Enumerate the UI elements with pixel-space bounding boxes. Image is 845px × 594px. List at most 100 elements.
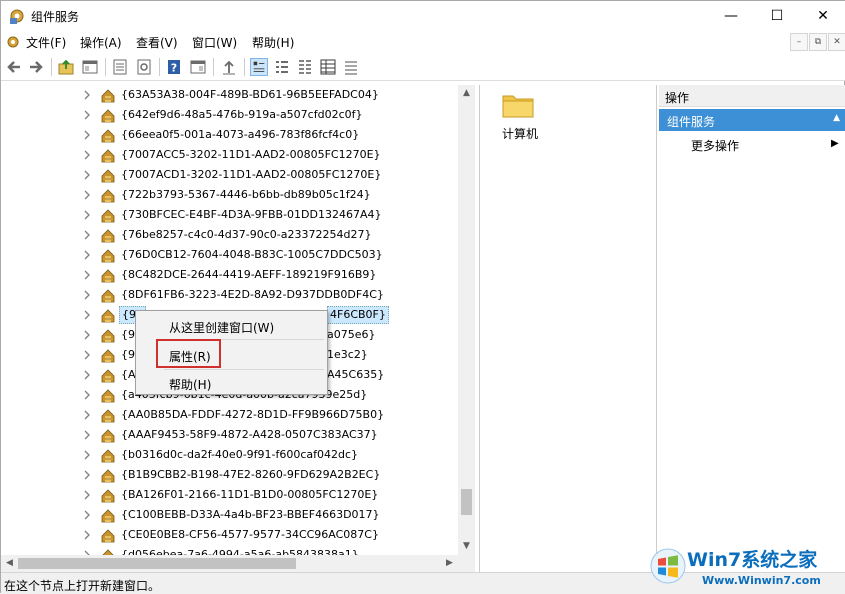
- tree-item-label[interactable]: {76be8257-c4c0-4d37-90c0-a23372254d27}: [121, 228, 371, 241]
- show-hide-tree-icon[interactable]: [81, 58, 99, 76]
- expand-chevron-icon[interactable]: [83, 350, 91, 360]
- expand-chevron-icon[interactable]: [83, 210, 91, 220]
- tree-item-label-partial[interactable]: a075e6}: [327, 328, 376, 341]
- tree-item[interactable]: {8C482DCE-2644-4419-AEFF-189219F916B9}: [1, 265, 459, 285]
- tree-item-label[interactable]: {63A53A38-004F-489B-BD61-96B5EEFADC04}: [121, 88, 379, 101]
- tree-item[interactable]: {76D0CB12-7604-4048-B83C-1005C7DDC503}: [1, 245, 459, 265]
- tree-item[interactable]: {63A53A38-004F-489B-BD61-96B5EEFADC04}: [1, 85, 459, 105]
- tree-item[interactable]: {b0316d0c-da2f-40e0-9f91-f600caf042dc}: [1, 445, 459, 465]
- tree-item-label[interactable]: {BA126F01-2166-11D1-B1D0-00805FC1270E}: [121, 488, 378, 501]
- tree-item-label[interactable]: {722b3793-5367-4446-b6bb-db89b05c1f24}: [121, 188, 371, 201]
- tree-item-label[interactable]: {AA0B85DA-FDDF-4272-8D1D-FF9B966D75B0}: [121, 408, 384, 421]
- menu-action[interactable]: 操作(A): [80, 34, 122, 51]
- tree-item-label[interactable]: {7007ACC5-3202-11D1-AAD2-00805FC1270E}: [121, 148, 381, 161]
- collapse-caret-icon[interactable]: ▲: [833, 113, 840, 123]
- expand-chevron-icon[interactable]: [83, 150, 91, 160]
- tree-item-label-partial[interactable]: 4F6CB0F}: [327, 306, 389, 324]
- up-arrow-icon[interactable]: [220, 58, 238, 76]
- tree-item[interactable]: {CE0E0BE8-CF56-4577-9577-34CC96AC087C}: [1, 525, 459, 545]
- expand-chevron-icon[interactable]: [83, 290, 91, 300]
- tree-item-label[interactable]: {642ef9d6-48a5-476b-919a-a507cfd02c0f}: [121, 108, 363, 121]
- tree-item[interactable]: {642ef9d6-48a5-476b-919a-a507cfd02c0f}: [1, 105, 459, 125]
- menu-file[interactable]: 文件(F): [26, 34, 66, 51]
- tree-item-label[interactable]: {d056ebea-7a6-4994-a5a6-ab5843838a1}: [121, 548, 359, 555]
- tree-item[interactable]: {8DF61FB6-3223-4E2D-8A92-D937DDB0DF4C}: [1, 285, 459, 305]
- expand-chevron-icon[interactable]: [83, 310, 91, 320]
- submenu-arrow-icon[interactable]: ▶: [831, 138, 839, 149]
- expand-chevron-icon[interactable]: [83, 230, 91, 240]
- tree-item[interactable]: {7007ACC5-3202-11D1-AAD2-00805FC1270E}: [1, 145, 459, 165]
- tree-horizontal-scrollbar[interactable]: ◀ ▶: [1, 555, 475, 572]
- tree-vertical-scrollbar[interactable]: ▲ ▼: [458, 85, 475, 555]
- menu-help[interactable]: 帮助(H): [252, 34, 294, 51]
- tree-item-label[interactable]: {730BFCEC-E4BF-4D3A-9FBB-01DD132467A4}: [121, 208, 382, 221]
- scroll-up-icon[interactable]: ▲: [458, 85, 475, 102]
- expand-chevron-icon[interactable]: [83, 330, 91, 340]
- tree-item-label[interactable]: {C100BEBB-D33A-4a4b-BF23-BBEF4663D017}: [121, 508, 380, 521]
- mdi-close-button[interactable]: ✕: [828, 33, 845, 51]
- refresh-icon[interactable]: [135, 58, 153, 76]
- details-view-icon[interactable]: [319, 58, 337, 76]
- mmc-document-icon[interactable]: [5, 34, 21, 50]
- customize-view-icon[interactable]: [342, 58, 360, 76]
- tree-item-label[interactable]: {CE0E0BE8-CF56-4577-9577-34CC96AC087C}: [121, 528, 379, 541]
- folder-icon[interactable]: [502, 91, 534, 119]
- context-new-window-item[interactable]: 从这里创建窗口(W): [136, 315, 327, 337]
- tree-item[interactable]: {722b3793-5367-4446-b6bb-db89b05c1f24}: [1, 185, 459, 205]
- expand-chevron-icon[interactable]: [83, 470, 91, 480]
- mdi-minimize-button[interactable]: –: [790, 33, 808, 51]
- actions-section-component-services[interactable]: 组件服务 ▲: [659, 109, 845, 131]
- expand-chevron-icon[interactable]: [83, 90, 91, 100]
- large-icons-view-icon[interactable]: [250, 58, 268, 76]
- menu-view[interactable]: 查看(V): [136, 34, 178, 51]
- tree-item[interactable]: {AA0B85DA-FDDF-4272-8D1D-FF9B966D75B0}: [1, 405, 459, 425]
- show-hide-action-pane-icon[interactable]: [189, 58, 207, 76]
- close-button[interactable]: ✕: [800, 1, 845, 31]
- up-folder-icon[interactable]: [57, 58, 75, 76]
- menu-window[interactable]: 窗口(W): [192, 34, 237, 51]
- title-bar[interactable]: 组件服务 — ☐ ✕: [1, 1, 845, 31]
- tree-item[interactable]: {B1B9CBB2-B198-47E2-8260-9FD629A2B2EC}: [1, 465, 459, 485]
- forward-icon[interactable]: [27, 58, 45, 76]
- tree-item-label[interactable]: {AAAF9453-58F9-4872-A428-0507C383AC37}: [121, 428, 378, 441]
- expand-chevron-icon[interactable]: [83, 390, 91, 400]
- tree-item-label[interactable]: {8C482DCE-2644-4419-AEFF-189219F916B9}: [121, 268, 376, 281]
- tree-item-label[interactable]: {B1B9CBB2-B198-47E2-8260-9FD629A2B2EC}: [121, 468, 380, 481]
- expand-chevron-icon[interactable]: [83, 530, 91, 540]
- back-icon[interactable]: [5, 58, 23, 76]
- export-list-icon[interactable]: [111, 58, 129, 76]
- tree-item[interactable]: {BA126F01-2166-11D1-B1D0-00805FC1270E}: [1, 485, 459, 505]
- computers-folder-label[interactable]: 计算机: [502, 125, 538, 142]
- tree-item-label-partial[interactable]: 1e3c2}: [327, 348, 368, 361]
- expand-chevron-icon[interactable]: [83, 370, 91, 380]
- scroll-down-icon[interactable]: ▼: [458, 538, 475, 555]
- scroll-right-icon[interactable]: ▶: [441, 555, 458, 572]
- tree-item-label[interactable]: {A: [121, 368, 136, 381]
- tree-item[interactable]: {66eea0f5-001a-4073-a496-783f86fcf4c0}: [1, 125, 459, 145]
- more-actions-item[interactable]: 更多操作: [691, 137, 739, 154]
- expand-chevron-icon[interactable]: [83, 450, 91, 460]
- expand-chevron-icon[interactable]: [83, 410, 91, 420]
- scrollbar-thumb[interactable]: [18, 558, 296, 569]
- tree-item-label[interactable]: {7007ACD1-3202-11D1-AAD2-00805FC1270E}: [121, 168, 381, 181]
- expand-chevron-icon[interactable]: [83, 130, 91, 140]
- minimize-button[interactable]: —: [708, 1, 754, 31]
- expand-chevron-icon[interactable]: [83, 250, 91, 260]
- help-icon[interactable]: ?: [165, 58, 183, 76]
- scrollbar-thumb[interactable]: [461, 489, 472, 515]
- tree-item[interactable]: {730BFCEC-E4BF-4D3A-9FBB-01DD132467A4}: [1, 205, 459, 225]
- expand-chevron-icon[interactable]: [83, 170, 91, 180]
- maximize-button[interactable]: ☐: [754, 1, 800, 31]
- expand-chevron-icon[interactable]: [83, 510, 91, 520]
- tree-item-label[interactable]: {b0316d0c-da2f-40e0-9f91-f600caf042dc}: [121, 448, 358, 461]
- expand-chevron-icon[interactable]: [83, 190, 91, 200]
- tree-item[interactable]: {AAAF9453-58F9-4872-A428-0507C383AC37}: [1, 425, 459, 445]
- expand-chevron-icon[interactable]: [83, 430, 91, 440]
- tree-item[interactable]: {7007ACD1-3202-11D1-AAD2-00805FC1270E}: [1, 165, 459, 185]
- expand-chevron-icon[interactable]: [83, 270, 91, 280]
- tree-item[interactable]: {C100BEBB-D33A-4a4b-BF23-BBEF4663D017}: [1, 505, 459, 525]
- list-view-icon[interactable]: [296, 58, 314, 76]
- context-help-item[interactable]: 帮助(H): [136, 372, 327, 394]
- expand-chevron-icon[interactable]: [83, 490, 91, 500]
- tree-item-label[interactable]: {66eea0f5-001a-4073-a496-783f86fcf4c0}: [121, 128, 359, 141]
